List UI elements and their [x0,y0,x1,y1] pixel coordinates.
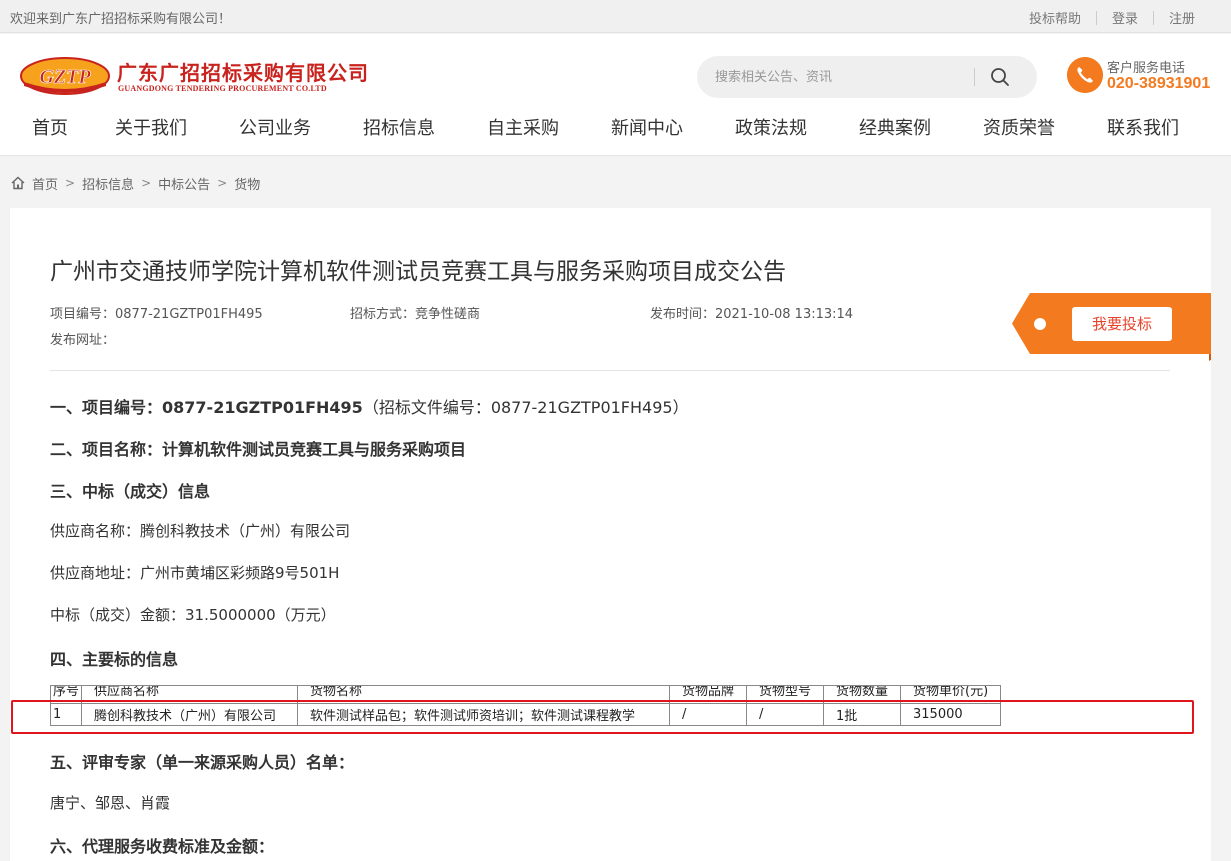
search-icon[interactable] [987,64,1013,90]
hotline-number: 020-38931901 [1107,75,1211,92]
divider [1152,10,1154,25]
login-link[interactable]: 登录 [1112,8,1138,27]
nav-cases[interactable]: 经典案例 [859,114,931,140]
svg-text:GZTP: GZTP [39,66,91,88]
search-divider [974,68,975,86]
tender-doc-no: （招标文件编号：0877-21GZTP01FH495） [362,398,689,417]
bullet-dot [1034,318,1046,330]
welcome-text: 欢迎来到广东广招招标采购有限公司！ [10,12,232,27]
breadcrumb-home[interactable]: 首页 [32,174,58,193]
main-nav: 首页 关于我们 公司业务 招标信息 自主采购 新闻中心 政策法规 经典案例 资质… [0,114,1231,144]
table-cell: 软件测试样品包；软件测试师资培训；软件测试课程教学 [297,703,671,726]
supplier-name: 供应商名称：腾创科教技术（广州）有限公司 [50,522,351,540]
bid-button[interactable]: 我要投标 [1072,307,1172,341]
column-header: 供应商名称 [81,685,299,704]
nav-contact[interactable]: 联系我们 [1107,114,1179,140]
table-header-row: 序号 供应商名称 货物名称 货物品牌 货物型号 货物数量 货物单价(元) [49,685,1002,704]
table-row: 1 腾创科教技术（广州）有限公司 软件测试样品包；软件测试师资培训；软件测试课程… [49,703,1002,726]
register-link[interactable]: 注册 [1169,8,1195,27]
company-name-en: GUANGDONG TENDERING PROCUREMENT CO.LTD [118,84,327,93]
company-logo[interactable]: GZTP 广东广招招标采购有限公司 GUANGDONG TENDERING PR… [20,56,370,98]
items-table: 序号 供应商名称 货物名称 货物品牌 货物型号 货物数量 货物单价(元) 1 腾… [49,685,1002,726]
column-header: 货物数量 [823,685,902,704]
project-no-value: 0877-21GZTP01FH495 [162,398,363,417]
breadcrumb-goods[interactable]: 货物 [234,174,260,193]
site-header: GZTP 广东广招招标采购有限公司 GUANGDONG TENDERING PR… [0,34,1231,156]
meta-published: 发布时间：2021-10-08 13:13:14 [650,307,854,322]
bid-banner: 我要投标 [1012,293,1211,354]
section-experts: 五、评审专家（单一来源采购人员）名单： [50,753,355,772]
table-cell: 1批 [823,703,902,726]
meta-method: 招标方式：竞争性磋商 [350,307,481,322]
breadcrumb: 首页 > 招标信息 > 中标公告 > 货物 [10,173,260,193]
search-input[interactable] [715,67,955,87]
banner-fold [1209,354,1211,361]
nav-home[interactable]: 首页 [32,114,68,140]
divider [50,370,1170,371]
divider [1095,10,1097,25]
company-name-cn: 广东广招招标采购有限公司 [117,61,369,85]
nav-tender-info[interactable]: 招标信息 [363,114,435,140]
section-agency-fee: 六、代理服务收费标准及金额： [50,837,275,856]
nav-about[interactable]: 关于我们 [115,114,187,140]
section-label: 一、项目编号： [50,398,163,417]
chevron-right-icon: > [217,176,228,190]
supplier-address: 供应商地址：广州市黄埔区彩频路9号501H [50,564,340,582]
page-title: 广州市交通技师学院计算机软件测试员竞赛工具与服务采购项目成交公告 [50,259,786,285]
table-cell: 315000 [900,703,1002,726]
table-cell: / [746,703,825,726]
top-strip: 欢迎来到广东广招招标采购有限公司！ 投标帮助 登录 注册 [0,0,1231,33]
section-main-items: 四、主要标的信息 [50,650,179,669]
nav-business[interactable]: 公司业务 [239,114,311,140]
article-card: 广州市交通技师学院计算机软件测试员竞赛工具与服务采购项目成交公告 项目编号：08… [10,208,1211,861]
breadcrumb-tender-info[interactable]: 招标信息 [82,174,134,193]
table-cell: / [669,703,748,726]
column-header: 货物名称 [297,685,671,704]
table-cell: 腾创科教技术（广州）有限公司 [81,703,299,726]
column-header: 货物单价(元) [900,685,1002,704]
table-cell: 1 [49,703,83,726]
award-amount: 中标（成交）金额：31.5000000（万元） [50,606,336,624]
breadcrumb-award-notice[interactable]: 中标公告 [158,174,210,193]
column-header: 序号 [49,685,83,704]
nav-qualifications[interactable]: 资质荣誉 [983,114,1055,140]
column-header: 货物品牌 [669,685,748,704]
gztp-logo-icon: GZTP [20,57,110,95]
search-box [697,56,1037,98]
column-header: 货物型号 [746,685,825,704]
chevron-right-icon: > [141,176,152,190]
meta-project-no: 项目编号：0877-21GZTP01FH495 [50,307,263,322]
top-links: 投标帮助 登录 注册 [1029,8,1195,27]
nav-policy[interactable]: 政策法规 [735,114,807,140]
section-project-no: 一、项目编号：0877-21GZTP01FH495（招标文件编号：0877-21… [50,394,689,418]
section-award-info: 三、中标（成交）信息 [50,482,211,501]
phone-icon [1067,57,1103,93]
hotline-label: 客户服务电话 [1107,61,1186,76]
hotline: 客户服务电话 020-38931901 [1067,54,1227,98]
chevron-right-icon: > [65,176,76,190]
expert-list: 唐宁、邹恩、肖霞 [50,794,171,812]
section-project-name: 二、项目名称：计算机软件测试员竞赛工具与服务采购项目 [50,440,467,459]
help-link[interactable]: 投标帮助 [1029,8,1081,27]
meta-url-label: 发布网址： [50,333,116,348]
home-icon [11,176,25,190]
nav-self-procurement[interactable]: 自主采购 [487,114,559,140]
nav-news[interactable]: 新闻中心 [611,114,683,140]
